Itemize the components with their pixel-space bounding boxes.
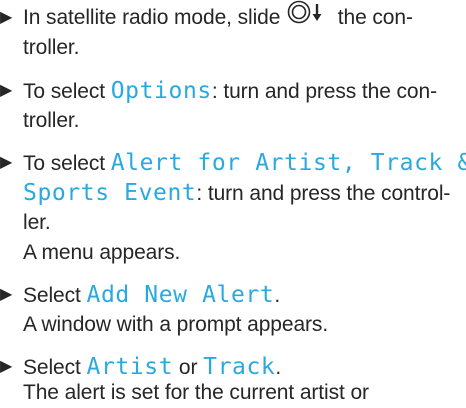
step-4-suffix: . [274,284,281,307]
step-5-prefix: Select [23,356,87,379]
menu-option-add-new-alert: Add New Alert [86,282,275,308]
bullet-arrow-icon: ▶ [0,286,13,303]
bullet-arrow-icon: ▶ [0,82,13,99]
menu-option-options: Options [110,78,212,104]
step-3-line-1: To select Alert for Artist, Track & [23,148,466,179]
step-3-result: A menu appears. [23,241,181,264]
step-4-prefix: Select [23,284,87,307]
controller-slide-down-icon [286,0,332,33]
step-1-text: In satellite radio mode, slide [23,6,287,29]
menu-option-artist: Artist [86,354,174,380]
step-3-prefix: To select [23,152,111,175]
step-1-line-2: troller. [23,36,80,59]
step-4-result: A window with a prompt appears. [23,313,329,336]
bullet-arrow-icon: ▶ [0,9,13,26]
step-1-line-1: In satellite radio mode, slide the con- [23,0,413,33]
menu-option-sports-event: Sports Event [23,180,197,206]
step-3-line-3: ler. [23,211,51,234]
step-5-or: or [173,356,204,379]
menu-option-track: Track [203,354,276,380]
step-2-suffix: : turn and press the con- [211,80,437,103]
step-4-line-1: Select Add New Alert. [23,280,280,311]
bullet-arrow-icon: ▶ [0,358,13,375]
step-2-line-2: troller. [23,109,80,132]
step-3-line-2: Sports Event: turn and press the control… [23,178,450,209]
step-3-suffix: : turn and press the control- [196,182,451,205]
step-1-text-after-icon: the con- [332,6,413,29]
menu-option-alert-for-artist-track-sports-event: Alert for Artist, Track & [110,150,466,176]
step-5-suffix: . [275,356,282,379]
bullet-arrow-icon: ▶ [0,154,13,171]
step-2-line-1: To select Options: turn and press the co… [23,76,437,107]
step-2-prefix: To select [23,80,111,103]
